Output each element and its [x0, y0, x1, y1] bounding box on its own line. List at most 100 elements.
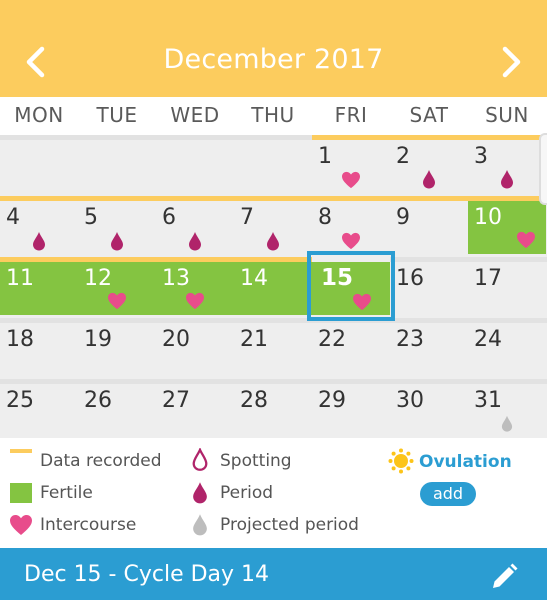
- day-number: 21: [240, 327, 268, 352]
- day-cell[interactable]: 26: [78, 379, 156, 437]
- side-scroll-handle[interactable]: [539, 133, 547, 205]
- legend-label: Spotting: [220, 451, 292, 471]
- weekday-header: MON TUE WED THU FRI SAT SUN: [0, 97, 547, 135]
- day-cell[interactable]: 17: [468, 262, 546, 315]
- legend-label: Period: [220, 483, 274, 503]
- day-number: 7: [240, 205, 254, 230]
- day-number: 17: [474, 266, 502, 291]
- day-cell[interactable]: 20: [156, 318, 234, 376]
- day-number: 26: [84, 388, 112, 413]
- legend-data-recorded: Data recorded: [40, 451, 162, 471]
- day-cell[interactable]: 31: [468, 379, 546, 437]
- heart-icon: [10, 515, 32, 535]
- day-number: 28: [240, 388, 268, 413]
- period-drop-icon: [423, 170, 435, 189]
- heart-icon: [186, 292, 204, 310]
- weekday-fri: FRI: [334, 103, 368, 127]
- heart-icon: [108, 292, 126, 310]
- heart-icon: [342, 171, 360, 189]
- day-cell[interactable]: 16: [390, 262, 468, 315]
- legend-label: Projected period: [220, 515, 359, 535]
- day-number: 3: [474, 144, 488, 169]
- day-cell[interactable]: 13: [156, 262, 234, 315]
- day-number: 20: [162, 327, 190, 352]
- legend-label: Fertile: [40, 483, 93, 503]
- day-cell[interactable]: 21: [234, 318, 312, 376]
- day-number: 18: [6, 327, 34, 352]
- day-cell[interactable]: 4: [0, 196, 78, 254]
- edit-button[interactable]: [488, 561, 520, 593]
- day-number: 27: [162, 388, 190, 413]
- day-cell[interactable]: 22: [312, 318, 390, 376]
- day-number: 19: [84, 327, 112, 352]
- day-number: 8: [318, 205, 332, 230]
- day-number: 5: [84, 205, 98, 230]
- day-cell[interactable]: 10: [468, 201, 546, 254]
- fertile-swatch: [10, 483, 32, 503]
- calendar-week-5: 25 26 27 28 29 30 31: [0, 379, 547, 437]
- add-ovulation-button[interactable]: add: [420, 482, 476, 506]
- day-cell[interactable]: 24: [468, 318, 546, 376]
- weekday-wed: WED: [170, 103, 220, 127]
- data-recorded-swatch: [10, 449, 32, 453]
- day-cell[interactable]: 11: [0, 262, 78, 315]
- day-cell[interactable]: 29: [312, 379, 390, 437]
- projected-period-drop-icon: [193, 514, 207, 536]
- legend-intercourse: Intercourse: [40, 515, 136, 535]
- day-cell[interactable]: 6: [156, 196, 234, 254]
- period-drop-icon: [111, 232, 123, 251]
- day-cell[interactable]: 14: [234, 262, 312, 315]
- day-cell[interactable]: 25: [0, 379, 78, 437]
- day-number: 12: [84, 266, 112, 291]
- day-number: 6: [162, 205, 176, 230]
- ovulation-label: Ovulation: [419, 452, 512, 472]
- chevron-right-icon: [502, 46, 521, 78]
- weekday-thu: THU: [251, 103, 295, 127]
- period-drop-icon: [267, 232, 279, 251]
- legend-spotting: Spotting: [220, 451, 292, 471]
- month-title: December 2017: [163, 44, 384, 75]
- heart-icon: [517, 231, 535, 249]
- day-cell[interactable]: 23: [390, 318, 468, 376]
- day-number: 2: [396, 144, 410, 169]
- day-cell[interactable]: 7: [234, 196, 312, 254]
- selected-day-cell[interactable]: 15: [307, 251, 395, 321]
- heart-icon: [353, 293, 371, 311]
- cycle-day-bar: Dec 15 - Cycle Day 14: [0, 548, 547, 600]
- day-number: 24: [474, 327, 502, 352]
- day-cell[interactable]: 19: [78, 318, 156, 376]
- weekday-tue: TUE: [96, 103, 138, 127]
- next-month-button[interactable]: [487, 38, 537, 86]
- day-cell[interactable]: 2: [390, 135, 468, 193]
- calendar-week-1: 1 2 3: [0, 135, 547, 193]
- spotting-drop-icon: [192, 448, 208, 471]
- day-number: 29: [318, 388, 346, 413]
- sun-icon: [388, 448, 414, 474]
- weekday-sat: SAT: [409, 103, 449, 127]
- day-number: 4: [6, 205, 20, 230]
- day-number: 30: [396, 388, 424, 413]
- day-cell[interactable]: 28: [234, 379, 312, 437]
- day-cell[interactable]: 8: [312, 196, 390, 254]
- legend-fertile: Fertile: [40, 483, 93, 503]
- day-cell[interactable]: 30: [390, 379, 468, 437]
- day-number: 15: [321, 265, 354, 291]
- day-number: 25: [6, 388, 34, 413]
- day-number: 31: [474, 388, 502, 413]
- day-cell[interactable]: 27: [156, 379, 234, 437]
- calendar-week-2: 4 5 6 7 8 9 10: [0, 196, 547, 254]
- day-cell[interactable]: 1: [312, 135, 390, 193]
- day-number: 9: [396, 205, 410, 230]
- weekday-sun: SUN: [485, 103, 529, 127]
- day-number: 11: [6, 266, 34, 291]
- day-cell[interactable]: 9: [390, 196, 468, 254]
- day-cell[interactable]: 18: [0, 318, 78, 376]
- day-cell[interactable]: 3: [468, 135, 546, 193]
- calendar-grid: 1 2 3 4 5 6 7 8 9 10 11 12 13 14 16 17 1…: [0, 135, 547, 438]
- day-cell[interactable]: 12: [78, 262, 156, 315]
- day-number: 14: [240, 266, 268, 291]
- day-cell[interactable]: 5: [78, 196, 156, 254]
- legend-projected-period: Projected period: [220, 515, 359, 535]
- month-header: December 2017: [0, 0, 547, 97]
- weekday-mon: MON: [14, 103, 64, 127]
